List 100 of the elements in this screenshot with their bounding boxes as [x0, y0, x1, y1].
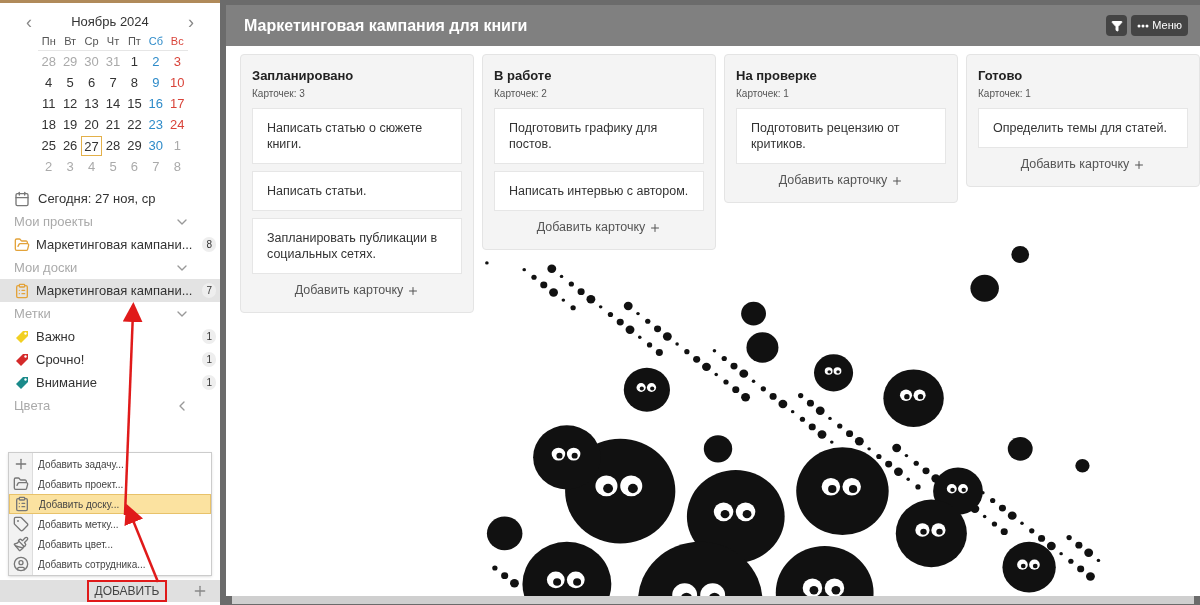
- calendar-day[interactable]: 4: [38, 72, 60, 93]
- month-title: Ноябрь 2024: [71, 13, 149, 32]
- board-title: Маркетинговая кампания для книги: [244, 15, 528, 36]
- add-card-button[interactable]: Добавить карточку: [252, 275, 462, 306]
- calendar-day[interactable]: 7: [102, 72, 124, 93]
- calendar-day[interactable]: 17: [166, 93, 188, 114]
- filter-icon: [1110, 19, 1123, 32]
- calendar-day[interactable]: 24: [166, 114, 188, 135]
- tag-icon: [14, 374, 30, 391]
- next-month-button[interactable]: ›: [188, 13, 194, 31]
- task-card[interactable]: Написать статьи.: [252, 170, 462, 211]
- calendar-day[interactable]: 10: [166, 72, 188, 93]
- calendar-day[interactable]: 8: [123, 72, 146, 93]
- sidebar-item[interactable]: Важно 1: [0, 325, 220, 348]
- calendar-icon: [14, 190, 30, 207]
- calendar-day[interactable]: 29: [123, 135, 146, 156]
- task-card[interactable]: Подготовить графику для постов.: [494, 107, 704, 164]
- calendar-day[interactable]: 11: [38, 93, 60, 114]
- menu-item[interactable]: Добавить проект...: [9, 474, 211, 494]
- section-title: Мои доски: [14, 258, 78, 277]
- weekday-label: Сб: [147, 34, 164, 49]
- count-badge: 8: [202, 237, 216, 252]
- calendar-day[interactable]: 6: [80, 72, 103, 93]
- sidebar-item[interactable]: Маркетинговая кампани... 8: [0, 233, 220, 256]
- calendar-day[interactable]: 9: [145, 72, 167, 93]
- calendar-day[interactable]: 25: [38, 135, 60, 156]
- count-badge: 1: [202, 352, 216, 367]
- sidebar-item[interactable]: Срочно! 1: [0, 348, 220, 371]
- task-card[interactable]: Написать статью о сюжете книги.: [252, 107, 462, 164]
- calendar-day[interactable]: 23: [145, 114, 167, 135]
- weekday-label: Ср: [83, 34, 100, 49]
- item-label: Важно: [36, 327, 76, 346]
- folder-icon: [13, 476, 29, 492]
- add-card-button[interactable]: Добавить карточку: [736, 165, 946, 196]
- calendar-day[interactable]: 22: [123, 114, 146, 135]
- section-title: Цвета: [14, 396, 51, 415]
- calendar-day[interactable]: 30: [145, 135, 167, 156]
- task-card[interactable]: Определить темы для статей.: [978, 107, 1188, 148]
- item-label: Срочно!: [36, 350, 86, 369]
- column-title: На проверке: [736, 67, 818, 85]
- calendar-day[interactable]: 15: [123, 93, 146, 114]
- plus-icon: [891, 174, 904, 187]
- weekday-label: Вт: [63, 34, 78, 49]
- add-card-button[interactable]: Добавить карточку: [978, 149, 1188, 180]
- calendar-day[interactable]: 18: [38, 114, 60, 135]
- calendar-day[interactable]: 14: [102, 93, 124, 114]
- item-label: Маркетинговая кампани...: [36, 281, 194, 300]
- plus-icon: [13, 456, 29, 472]
- menu-item-label: Добавить задачу...: [38, 457, 124, 472]
- menu-button[interactable]: Меню: [1131, 15, 1188, 36]
- calendar-day[interactable]: 27: [80, 135, 103, 156]
- add-card-button[interactable]: Добавить карточку: [494, 212, 704, 243]
- filter-button[interactable]: [1106, 15, 1128, 36]
- calendar-day[interactable]: 28: [102, 135, 124, 156]
- calendar-day[interactable]: 19: [59, 114, 81, 135]
- section-title: Метки: [14, 304, 51, 323]
- weekday-label: Пт: [126, 34, 142, 49]
- menu-item-label: Добавить проект...: [38, 477, 124, 492]
- calendar-day[interactable]: 20: [80, 114, 103, 135]
- user-icon: [13, 556, 29, 572]
- menu-item-label: Добавить сотрудника...: [38, 557, 146, 572]
- column-title: В работе: [494, 67, 553, 85]
- plus-icon: [649, 221, 662, 234]
- section-title: Мои проекты: [14, 212, 93, 231]
- menu-item[interactable]: Добавить задачу...: [9, 454, 211, 474]
- plus-icon[interactable]: [192, 583, 208, 599]
- task-card[interactable]: Подготовить рецензию от критиков.: [736, 107, 946, 164]
- calendar-day[interactable]: 26: [59, 135, 81, 156]
- tag-icon: [13, 516, 29, 532]
- calendar-day[interactable]: 3: [166, 51, 188, 72]
- task-card[interactable]: Запланировать публикации в социальных сетях.: [252, 217, 462, 274]
- item-label: Маркетинговая кампани...: [36, 235, 194, 254]
- menu-item-label: Добавить доску...: [39, 497, 120, 512]
- item-label: Внимание: [36, 373, 98, 392]
- tag-icon: [14, 328, 30, 345]
- calendar-day[interactable]: 2: [145, 51, 167, 72]
- previous-month-button[interactable]: ‹: [26, 13, 32, 31]
- sidebar-item[interactable]: Маркетинговая кампани... 7: [0, 279, 220, 302]
- menu-item[interactable]: Добавить сотрудника...: [9, 554, 211, 574]
- calendar-day[interactable]: 1: [123, 51, 146, 72]
- task-card[interactable]: Написать интервью с автором.: [494, 170, 704, 211]
- weekday-label: Вс: [169, 34, 185, 49]
- calendar-day[interactable]: 21: [102, 114, 124, 135]
- folder-icon: [14, 236, 30, 253]
- calendar-day[interactable]: 16: [145, 93, 167, 114]
- menu-item[interactable]: Добавить цвет...: [9, 534, 211, 554]
- sidebar-item[interactable]: Внимание 1: [0, 371, 220, 394]
- calendar-day[interactable]: 5: [59, 72, 81, 93]
- today-label: Сегодня: 27 ноя, ср: [38, 189, 156, 208]
- menu-item[interactable]: Добавить метку...: [9, 514, 211, 534]
- horizontal-scrollbar[interactable]: [232, 596, 1194, 604]
- add-button[interactable]: ДОБАВИТЬ: [86, 580, 168, 602]
- menu-item[interactable]: Добавить доску...: [9, 494, 211, 514]
- calendar-day[interactable]: 12: [59, 93, 81, 114]
- count-badge: 7: [202, 283, 216, 298]
- board-icon: [14, 282, 30, 299]
- card-count: Карточек: 1: [736, 86, 790, 101]
- count-badge: 1: [202, 329, 216, 344]
- calendar-day[interactable]: 13: [80, 93, 103, 114]
- card-count: Карточек: 3: [252, 86, 306, 101]
